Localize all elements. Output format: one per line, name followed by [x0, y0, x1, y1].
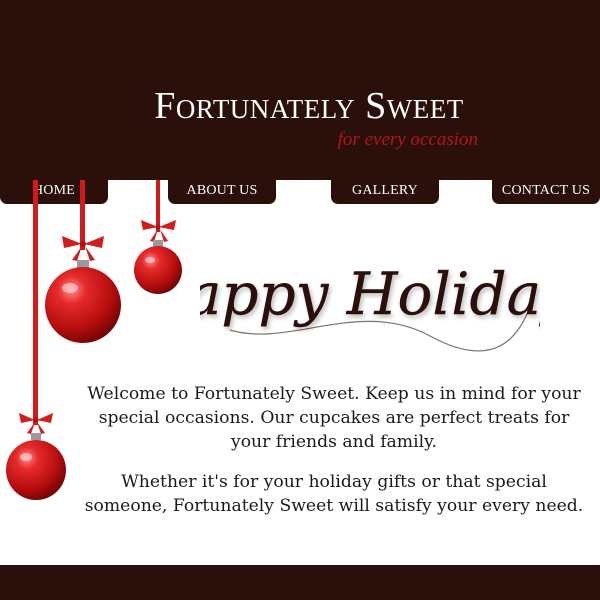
site-logo-title[interactable]: Fortunately Sweet — [0, 84, 600, 128]
site-tagline: for every occasion — [337, 129, 478, 150]
welcome-paragraph: Welcome to Fortunately Sweet. Keep us in… — [87, 384, 581, 452]
nav-tab-contact-us[interactable]: CONTACT US — [492, 180, 600, 204]
welcome-text: Welcome to Fortunately Sweet. Keep us in… — [80, 382, 588, 518]
site-header: Fortunately Sweet for every occasion — [0, 0, 600, 180]
ornament-ball-icon — [6, 413, 66, 500]
svg-text:Happy Holidays: Happy Holidays — [200, 260, 540, 328]
nav-tab-gallery[interactable]: GALLERY — [331, 180, 439, 204]
ornament-ball-icon — [45, 236, 121, 343]
holiday-paragraph: Whether it's for your holiday gifts or t… — [84, 472, 584, 516]
happy-holidays-heading: Happy Holidays — [135, 238, 600, 358]
site-footer — [0, 565, 600, 600]
